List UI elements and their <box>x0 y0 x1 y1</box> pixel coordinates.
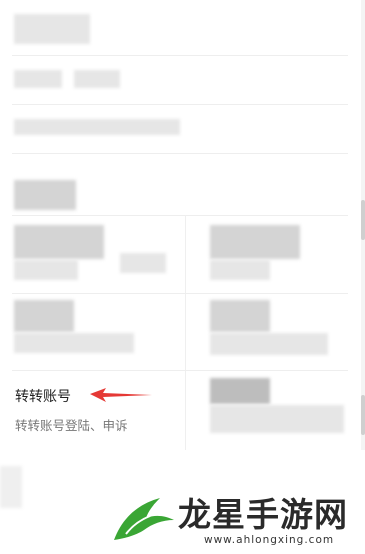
divider <box>12 215 348 216</box>
divider <box>12 370 348 371</box>
watermark-brand: 龙星手游网 <box>178 495 348 534</box>
arrow-left-icon <box>90 388 152 402</box>
transfer-account-subtitle: 转转账号登陆、申诉 <box>15 418 128 433</box>
watermark: 龙星手游网 www.ahlongxing.com <box>108 488 360 550</box>
dragon-logo-icon <box>114 498 174 540</box>
divider <box>12 153 348 154</box>
divider <box>12 55 348 56</box>
scrollbar-thumb[interactable] <box>361 200 365 240</box>
blurred-footer-element <box>0 466 22 508</box>
divider <box>12 293 348 294</box>
transfer-account-title: 转转账号 <box>15 389 71 405</box>
scrollbar-track[interactable] <box>361 0 365 450</box>
divider <box>12 104 348 105</box>
watermark-url: www.ahlongxing.com <box>204 534 335 546</box>
grid-divider-vertical <box>185 215 186 450</box>
scrollbar-thumb-lower[interactable] <box>361 395 365 435</box>
